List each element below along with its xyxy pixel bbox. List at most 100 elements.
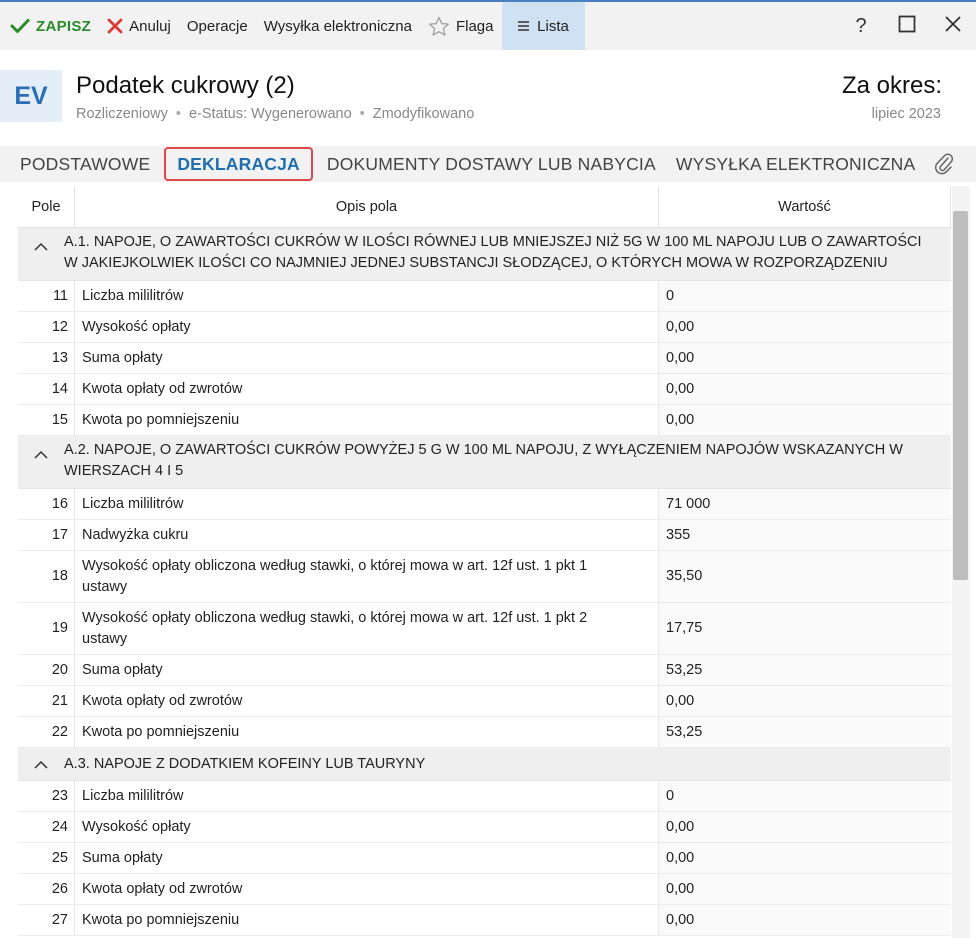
cell-opis: Kwota po pomniejszeniu [75, 717, 659, 747]
toolbar: ZAPISZ Anuluj Operacje Wysyłka elektroni… [0, 0, 976, 50]
cell-wartosc[interactable]: 0,00 [659, 343, 951, 373]
scrollbar-thumb[interactable] [953, 211, 968, 580]
chevron-up-icon[interactable] [18, 436, 64, 488]
chevron-up-icon[interactable] [18, 228, 64, 280]
cell-opis: Kwota po pomniejszeniu [75, 405, 659, 435]
cell-opis: Nadwyżka cukru [75, 520, 659, 550]
cell-opis: Kwota opłaty od zwrotów [75, 874, 659, 904]
table-row[interactable]: 18 Wysokość opłaty obliczona według staw… [18, 551, 951, 603]
cell-pole: 22 [18, 717, 75, 747]
cell-wartosc[interactable]: 0,00 [659, 905, 951, 935]
table-row[interactable]: 23 Liczba mililitrów 0 [18, 781, 951, 812]
star-icon [428, 16, 450, 37]
cell-wartosc[interactable]: 0,00 [659, 874, 951, 904]
column-header-wartosc[interactable]: Wartość [659, 186, 951, 227]
table-row[interactable]: 25 Suma opłaty 0,00 [18, 843, 951, 874]
cell-pole: 20 [18, 655, 75, 685]
list-button[interactable]: Lista [501, 2, 585, 50]
tab-wysylka-elektroniczna[interactable]: WYSYŁKA ELEKTRONICZNA [666, 146, 926, 182]
cell-opis: Kwota opłaty od zwrotów [75, 374, 659, 404]
document-type-badge: EV [0, 70, 62, 122]
cell-opis: Suma opłaty [75, 843, 659, 873]
group-header[interactable]: A.2. NAPOJE, O ZAWARTOŚCI CUKRÓW POWYŻEJ… [18, 436, 951, 489]
tab-dokumenty-dostawy[interactable]: DOKUMENTY DOSTAWY LUB NABYCIA [317, 146, 666, 182]
table-row[interactable]: 21 Kwota opłaty od zwrotów 0,00 [18, 686, 951, 717]
maximize-icon [898, 15, 916, 38]
help-icon: ? [855, 14, 867, 37]
cancel-button[interactable]: Anuluj [99, 2, 179, 50]
table-row[interactable]: 11 Liczba mililitrów 0 [18, 281, 951, 312]
e-send-button[interactable]: Wysyłka elektroniczna [256, 2, 420, 50]
meta-separator: • [175, 106, 181, 122]
meta-separator: • [359, 106, 365, 122]
cell-wartosc[interactable]: 53,25 [659, 717, 951, 747]
table-row[interactable]: 12 Wysokość opłaty 0,00 [18, 312, 951, 343]
chevron-up-icon[interactable] [18, 748, 64, 780]
maximize-button[interactable] [884, 2, 930, 50]
cell-wartosc[interactable]: 355 [659, 520, 951, 550]
cell-wartosc[interactable]: 0,00 [659, 405, 951, 435]
table-row[interactable]: 16 Liczba mililitrów 71 000 [18, 489, 951, 520]
cell-opis: Wysokość opłaty [75, 812, 659, 842]
cell-wartosc[interactable]: 0 [659, 781, 951, 811]
cell-wartosc[interactable]: 0,00 [659, 374, 951, 404]
close-icon [944, 15, 962, 38]
cell-opis: Wysokość opłaty obliczona według stawki,… [75, 603, 659, 654]
close-window-button[interactable] [930, 2, 976, 50]
save-button-label: ZAPISZ [36, 17, 92, 35]
cell-pole: 27 [18, 905, 75, 935]
cell-wartosc[interactable]: 0,00 [659, 312, 951, 342]
cell-pole: 13 [18, 343, 75, 373]
cell-pole: 12 [18, 312, 75, 342]
cell-pole: 21 [18, 686, 75, 716]
cell-opis: Kwota opłaty od zwrotów [75, 686, 659, 716]
tab-podstawowe[interactable]: PODSTAWOWE [0, 146, 160, 182]
cancel-button-label: Anuluj [129, 17, 171, 35]
flag-button[interactable]: Flaga [420, 2, 502, 50]
group-header[interactable]: A.1. NAPOJE, O ZAWARTOŚCI CUKRÓW W ILOŚC… [18, 228, 951, 281]
cell-wartosc[interactable]: 35,50 [659, 551, 951, 602]
table-row[interactable]: 27 Kwota po pomniejszeniu 0,00 [18, 905, 951, 936]
close-x-icon [107, 18, 123, 34]
cell-wartosc[interactable]: 0,00 [659, 812, 951, 842]
cell-wartosc[interactable]: 17,75 [659, 603, 951, 654]
cell-opis: Wysokość opłaty obliczona według stawki,… [75, 551, 659, 602]
table-row[interactable]: 19 Wysokość opłaty obliczona według staw… [18, 603, 951, 655]
tab-deklaracja[interactable]: DEKLARACJA [164, 147, 313, 181]
e-send-button-label: Wysyłka elektroniczna [263, 17, 412, 35]
document-meta: Rozliczeniowy • e-Status: Wygenerowano •… [76, 106, 474, 122]
table-row[interactable]: 20 Suma opłaty 53,25 [18, 655, 951, 686]
cell-pole: 11 [18, 281, 75, 311]
table-row[interactable]: 14 Kwota opłaty od zwrotów 0,00 [18, 374, 951, 405]
group-title: A.3. NAPOJE Z DODATKIEM KOFEINY LUB TAUR… [64, 756, 426, 772]
meta-e-status: e-Status: Wygenerowano [188, 106, 352, 122]
save-button[interactable]: ZAPISZ [0, 2, 99, 50]
table-row[interactable]: 22 Kwota po pomniejszeniu 53,25 [18, 717, 951, 748]
table-row[interactable]: 24 Wysokość opłaty 0,00 [18, 812, 951, 843]
table-row[interactable]: 26 Kwota opłaty od zwrotów 0,00 [18, 874, 951, 905]
cell-pole: 15 [18, 405, 75, 435]
cell-wartosc[interactable]: 0,00 [659, 843, 951, 873]
column-header-pole[interactable]: Pole [18, 186, 75, 227]
cell-opis: Liczba mililitrów [75, 281, 659, 311]
operations-button[interactable]: Operacje [179, 2, 256, 50]
help-button[interactable]: ? [838, 2, 884, 50]
cell-wartosc[interactable]: 53,25 [659, 655, 951, 685]
period-value: lipiec 2023 [871, 106, 941, 122]
cell-pole: 17 [18, 520, 75, 550]
paperclip-icon[interactable] [934, 152, 954, 181]
cell-wartosc[interactable]: 0 [659, 281, 951, 311]
cell-opis: Kwota po pomniejszeniu [75, 905, 659, 935]
list-lines-icon [517, 20, 531, 32]
page-title: Podatek cukrowy (2) [76, 72, 295, 99]
table-row[interactable]: 15 Kwota po pomniejszeniu 0,00 [18, 405, 951, 436]
window-controls: ? [838, 2, 976, 50]
cell-wartosc[interactable]: 0,00 [659, 686, 951, 716]
table-row[interactable]: 13 Suma opłaty 0,00 [18, 343, 951, 374]
list-button-label: Lista [537, 17, 569, 35]
cell-wartosc[interactable]: 71 000 [659, 489, 951, 519]
tab-bar: PODSTAWOWE DEKLARACJA DOKUMENTY DOSTAWY … [0, 146, 976, 182]
column-header-opis[interactable]: Opis pola [75, 186, 659, 227]
table-row[interactable]: 17 Nadwyżka cukru 355 [18, 520, 951, 551]
group-header[interactable]: A.3. NAPOJE Z DODATKIEM KOFEINY LUB TAUR… [18, 748, 951, 781]
